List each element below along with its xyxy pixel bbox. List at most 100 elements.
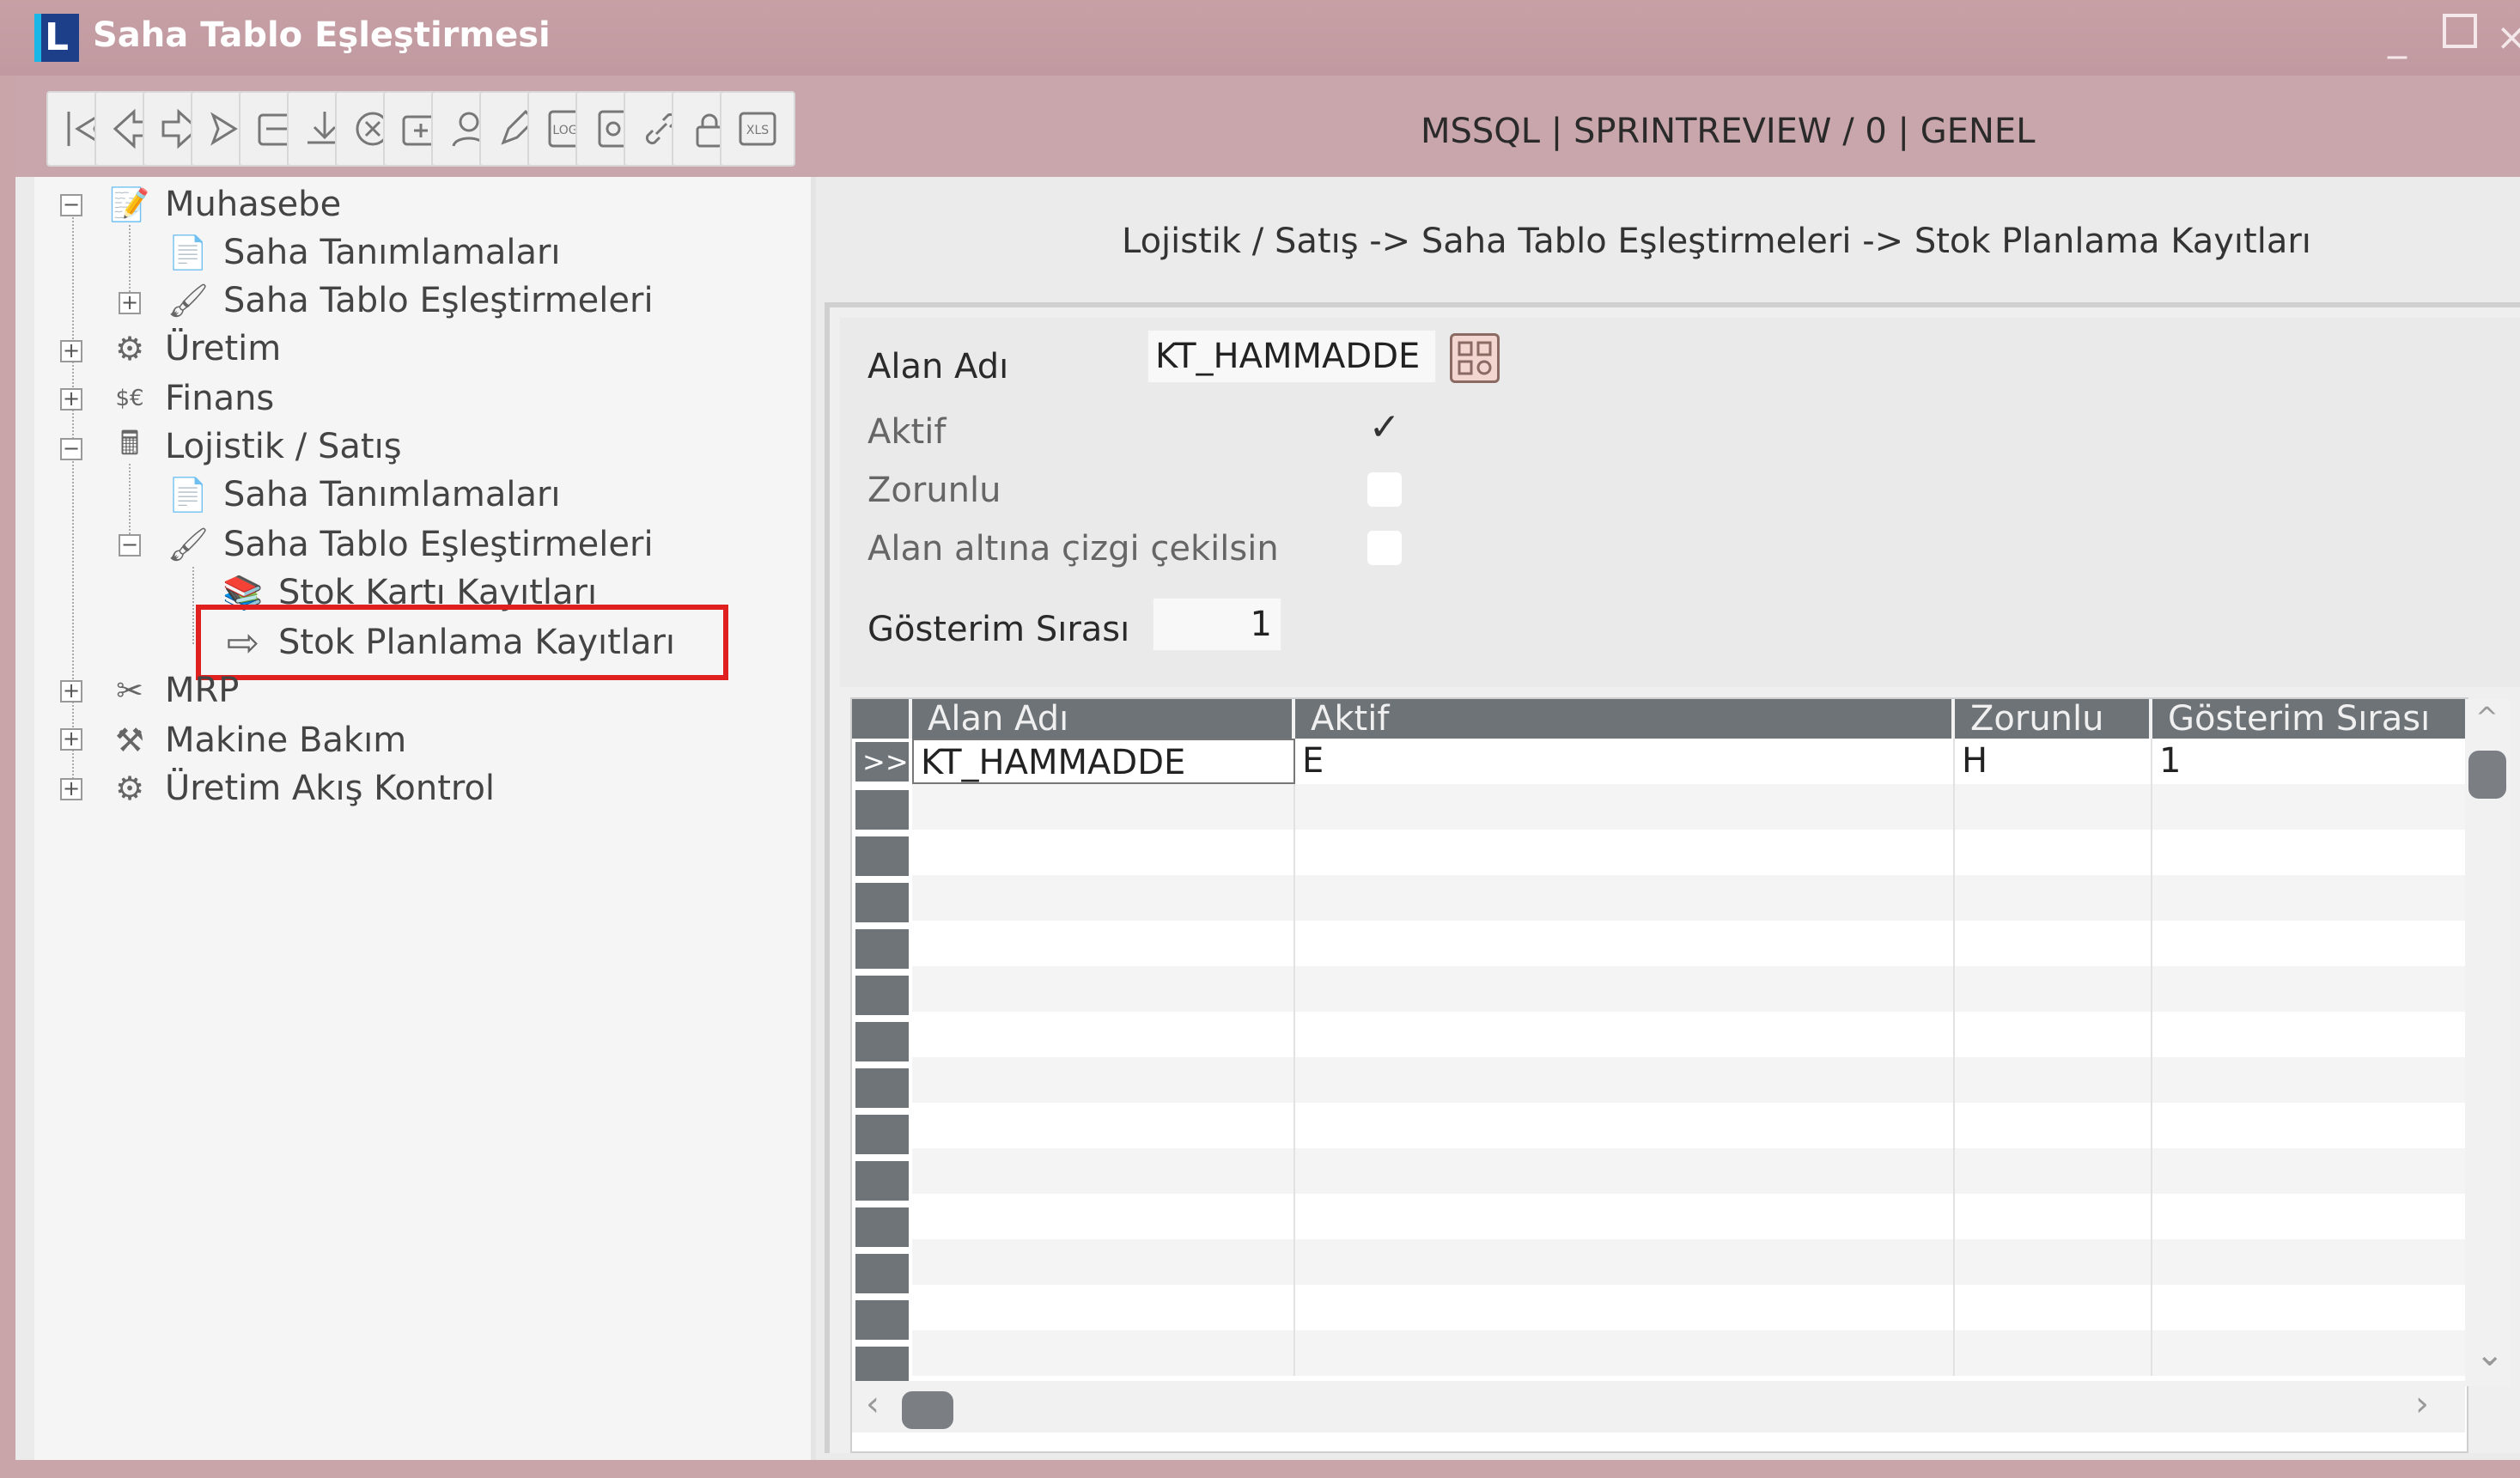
tree-item-makine-bakim[interactable]: ⚒ Makine Bakım	[107, 716, 406, 764]
empty-cell[interactable]	[912, 1148, 1295, 1194]
empty-cell[interactable]	[912, 1057, 1295, 1103]
empty-cell[interactable]	[1955, 1194, 2152, 1239]
gosterim-sirasi-field[interactable]: 1	[1153, 598, 1281, 651]
xls-export-button[interactable]: XLS	[720, 91, 795, 167]
empty-cell[interactable]	[912, 830, 1295, 875]
expand-expander[interactable]: +	[119, 292, 141, 314]
tree-item-saha-tanimlamalari[interactable]: 📄 Saha Tanımlamaları	[165, 228, 560, 277]
minimize-button[interactable]: _	[2388, 15, 2407, 59]
empty-cell[interactable]	[1295, 1012, 1955, 1057]
empty-cell[interactable]	[912, 1012, 1295, 1057]
tree-item-saha-tanimlamalari-2[interactable]: 📄 Saha Tanımlamaları	[165, 471, 560, 519]
table-row[interactable]	[912, 784, 2465, 830]
table-row[interactable]	[912, 875, 2465, 921]
cell-zorunlu[interactable]: H	[1955, 739, 2152, 784]
tree-item-saha-tablo-eslestirmeleri-2[interactable]: 🖌 Saha Tablo Eşleştirmeleri	[165, 520, 654, 569]
table-row[interactable]	[912, 1285, 2465, 1330]
empty-cell[interactable]	[1295, 1194, 1955, 1239]
tree-item-muhasebe[interactable]: 📝 Muhasebe	[107, 180, 341, 228]
horizontal-scroll-thumb[interactable]	[902, 1391, 953, 1429]
tree-item-mrp[interactable]: ✂ MRP	[107, 666, 239, 715]
aktif-checkbox[interactable]: ✓	[1367, 409, 1402, 447]
expand-expander[interactable]: +	[60, 340, 82, 362]
empty-cell[interactable]	[1295, 966, 1955, 1012]
vertical-scrollbar[interactable]: ^ ⌄	[2465, 699, 2510, 1386]
horizontal-scrollbar[interactable]: ‹ ›	[852, 1381, 2465, 1432]
table-row[interactable]	[912, 1148, 2465, 1194]
empty-cell[interactable]	[1295, 784, 1955, 830]
tree-item-finans[interactable]: $€ Finans	[107, 374, 274, 423]
scroll-down-arrow[interactable]: ⌄	[2475, 1335, 2505, 1374]
empty-cell[interactable]	[1955, 1330, 2152, 1376]
collapse-expander[interactable]: −	[119, 534, 141, 557]
alt-cizgi-checkbox[interactable]	[1367, 531, 1402, 565]
empty-cell[interactable]	[1955, 830, 2152, 875]
empty-cell[interactable]	[1955, 1285, 2152, 1330]
alan-adi-field[interactable]: KT_HAMMADDE	[1147, 330, 1436, 383]
table-row[interactable]	[912, 1012, 2465, 1057]
empty-cell[interactable]	[1955, 921, 2152, 966]
tree-item-uretim[interactable]: ⚙ Üretim	[107, 325, 281, 373]
empty-cell[interactable]	[1295, 830, 1955, 875]
expand-expander[interactable]: +	[60, 388, 82, 411]
empty-cell[interactable]	[1955, 1057, 2152, 1103]
row-indicator[interactable]	[855, 1300, 909, 1340]
empty-cell[interactable]	[1955, 875, 2152, 921]
empty-cell[interactable]	[1955, 1103, 2152, 1148]
table-row[interactable]	[912, 1103, 2465, 1148]
empty-cell[interactable]	[1955, 1148, 2152, 1194]
table-row[interactable]: KT_HAMMADDE E H 1	[912, 739, 2465, 784]
empty-cell[interactable]	[1955, 966, 2152, 1012]
empty-cell[interactable]	[1955, 784, 2152, 830]
empty-cell[interactable]	[1295, 1103, 1955, 1148]
table-row[interactable]	[912, 1057, 2465, 1103]
empty-cell[interactable]	[1955, 1012, 2152, 1057]
column-header-aktif[interactable]: Aktif	[1295, 699, 1955, 739]
empty-cell[interactable]	[912, 966, 1295, 1012]
tree-item-uretim-akis-kontrol[interactable]: ⚙ Üretim Akış Kontrol	[107, 764, 495, 812]
empty-cell[interactable]	[1295, 875, 1955, 921]
tree-item-lojistik-satis[interactable]: 🖩 Lojistik / Satış	[107, 423, 402, 471]
empty-cell[interactable]	[912, 921, 1295, 966]
maximize-button[interactable]	[2443, 14, 2477, 48]
collapse-expander[interactable]: −	[60, 438, 82, 460]
empty-cell[interactable]	[912, 1285, 1295, 1330]
row-indicator[interactable]	[855, 1161, 909, 1201]
column-header-gosterim-sirasi[interactable]: Gösterim Sırası	[2152, 699, 2465, 739]
empty-cell[interactable]	[912, 1103, 1295, 1148]
empty-cell[interactable]	[1955, 1239, 2152, 1285]
tree-item-saha-tablo-eslestirmeleri[interactable]: 🖌 Saha Tablo Eşleştirmeleri	[165, 277, 654, 325]
table-row[interactable]	[912, 921, 2465, 966]
row-indicator[interactable]	[855, 1207, 909, 1247]
row-indicator[interactable]	[855, 929, 909, 969]
table-row[interactable]	[912, 966, 2465, 1012]
expand-expander[interactable]: +	[60, 728, 82, 751]
empty-cell[interactable]	[912, 875, 1295, 921]
cell-aktif[interactable]: E	[1295, 739, 1955, 784]
scroll-up-arrow[interactable]: ^	[2475, 701, 2499, 733]
current-row-indicator[interactable]: >>	[855, 742, 909, 782]
collapse-expander[interactable]: −	[60, 194, 82, 216]
empty-cell[interactable]	[1295, 1330, 1955, 1376]
empty-cell[interactable]	[912, 1330, 1295, 1376]
scroll-left-arrow[interactable]: ‹	[866, 1384, 880, 1424]
row-indicator[interactable]	[855, 976, 909, 1015]
row-indicator[interactable]	[855, 1254, 909, 1293]
cell-gosterim-sirasi[interactable]: 1	[2152, 739, 2465, 784]
row-indicator[interactable]	[855, 790, 909, 830]
row-indicator[interactable]	[855, 883, 909, 922]
vertical-scroll-thumb[interactable]	[2468, 751, 2506, 799]
row-indicator[interactable]	[855, 1115, 909, 1154]
close-button[interactable]: ×	[2496, 15, 2520, 59]
empty-cell[interactable]	[1295, 1285, 1955, 1330]
empty-cell[interactable]	[1295, 1239, 1955, 1285]
row-indicator[interactable]	[855, 1068, 909, 1108]
expand-expander[interactable]: +	[60, 778, 82, 800]
column-header-alan-adi[interactable]: Alan Adı	[912, 699, 1295, 739]
row-indicator[interactable]	[855, 1022, 909, 1061]
table-row[interactable]	[912, 1194, 2465, 1239]
scroll-right-arrow[interactable]: ›	[2415, 1384, 2429, 1424]
empty-cell[interactable]	[1295, 921, 1955, 966]
lookup-button[interactable]	[1450, 333, 1500, 383]
cell-alan-adi[interactable]: KT_HAMMADDE	[912, 739, 1295, 784]
